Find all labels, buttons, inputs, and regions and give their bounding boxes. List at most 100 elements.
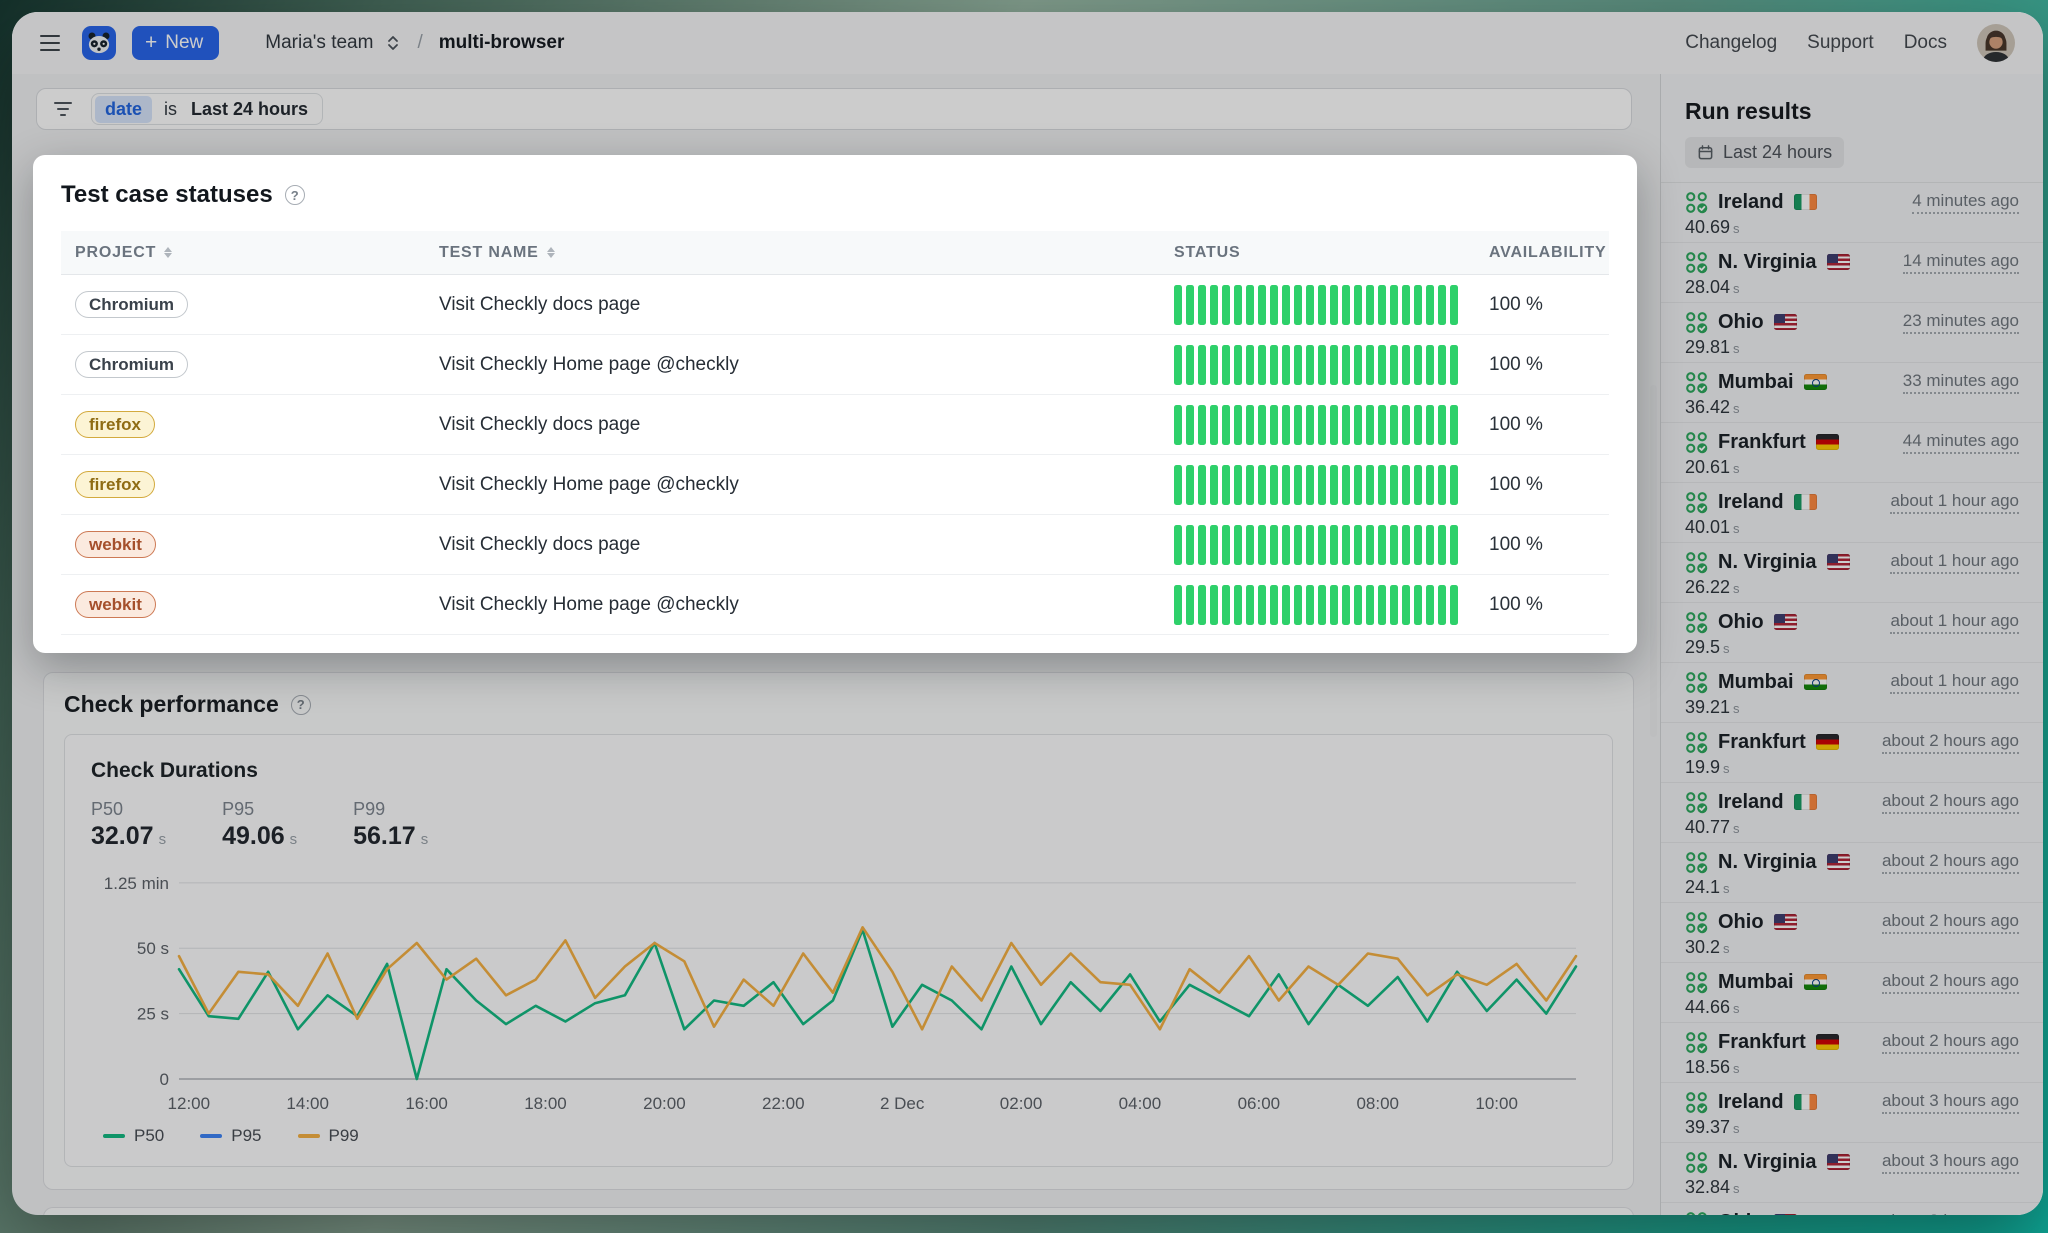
status-bars[interactable] — [1174, 285, 1481, 325]
run-result-item[interactable]: Ohioabout 2 hours ago30.2s — [1661, 903, 2043, 963]
run-result-item[interactable]: Ohio23 minutes ago29.81s — [1661, 303, 2043, 363]
run-time-ago-link[interactable]: 14 minutes ago — [1903, 251, 2019, 274]
run-result-item[interactable]: Mumbai33 minutes ago36.42s — [1661, 363, 2043, 423]
run-time-ago-link[interactable]: about 2 hours ago — [1882, 911, 2019, 934]
run-time-ago-link[interactable]: 23 minutes ago — [1903, 311, 2019, 334]
team-switcher[interactable]: Maria's team — [265, 32, 401, 54]
run-status-icon-wrap — [1685, 551, 1708, 574]
run-time-ago-link[interactable]: about 1 hour ago — [1890, 671, 2019, 694]
run-result-item[interactable]: N. Virginiaabout 3 hours ago32.84s — [1661, 1143, 2043, 1203]
user-avatar[interactable] — [1977, 24, 2015, 62]
stat-label: P95 — [222, 799, 297, 820]
run-time-ago-link[interactable]: about 3 hours ago — [1882, 1091, 2019, 1114]
run-result-item[interactable]: Irelandabout 3 hours ago39.37s — [1661, 1083, 2043, 1143]
status-bar-segment — [1390, 525, 1398, 565]
column-header-test-name[interactable]: TEST NAME — [431, 244, 1166, 262]
status-bar-segment — [1234, 405, 1242, 445]
status-bars[interactable] — [1174, 465, 1481, 505]
run-result-item[interactable]: Mumbaiabout 1 hour ago39.21s — [1661, 663, 2043, 723]
run-time-ago-link[interactable]: about 1 hour ago — [1890, 491, 2019, 514]
run-result-item[interactable]: Frankfurt44 minutes ago20.61s — [1661, 423, 2043, 483]
stat-label: P50 — [91, 799, 166, 820]
run-result-item[interactable]: N. Virginiaabout 1 hour ago26.22s — [1661, 543, 2043, 603]
table-row[interactable]: webkitVisit Checkly Home page @checkly10… — [61, 575, 1609, 635]
table-row[interactable]: ChromiumVisit Checkly Home page @checkly… — [61, 335, 1609, 395]
help-icon[interactable] — [291, 695, 311, 715]
run-time-ago-link[interactable]: about 3 hours ago — [1882, 1211, 2019, 1216]
nav-link-changelog[interactable]: Changelog — [1685, 32, 1777, 54]
status-bar-segment — [1414, 525, 1422, 565]
hamburger-menu-icon[interactable] — [40, 35, 60, 51]
status-bars[interactable] — [1174, 345, 1481, 385]
status-bar-segment — [1450, 525, 1458, 565]
run-result-row: Irelandabout 2 hours ago — [1685, 789, 2019, 815]
status-bar-segment — [1222, 525, 1230, 565]
status-bar-segment — [1174, 465, 1182, 505]
status-bar-segment — [1282, 285, 1290, 325]
run-time-ago-link[interactable]: about 1 hour ago — [1890, 611, 2019, 634]
test-name-cell: Visit Checkly docs page — [431, 414, 1166, 436]
table-row[interactable]: ChromiumVisit Checkly docs page100 % — [61, 275, 1609, 335]
breadcrumb-separator: / — [417, 32, 422, 54]
nav-link-support[interactable]: Support — [1807, 32, 1874, 54]
parallel-runs-status-icon — [1685, 371, 1708, 394]
run-result-item[interactable]: Irelandabout 1 hour ago40.01s — [1661, 483, 2043, 543]
help-icon[interactable] — [285, 185, 305, 205]
legend-color-dash — [103, 1134, 125, 1137]
run-time-ago-link[interactable]: 4 minutes ago — [1912, 191, 2019, 214]
availability-value: 100 % — [1489, 474, 1543, 495]
run-duration-unit: s — [1723, 941, 1730, 956]
run-duration: 19.9s — [1685, 757, 2019, 778]
run-result-item[interactable]: Frankfurtabout 2 hours ago18.56s — [1661, 1023, 2043, 1083]
status-bar-segment — [1450, 405, 1458, 445]
new-button[interactable]: + New — [132, 26, 219, 60]
status-bar-segment — [1342, 465, 1350, 505]
run-time-ago-link[interactable]: about 2 hours ago — [1882, 1031, 2019, 1054]
legend-item-p99[interactable]: P99 — [298, 1126, 359, 1146]
run-result-item[interactable]: N. Virginia14 minutes ago28.04s — [1661, 243, 2043, 303]
x-tick-label: 12:00 — [168, 1094, 211, 1113]
series-line-p50 — [179, 930, 1576, 1079]
test-name-cell: Visit Checkly Home page @checkly — [431, 594, 1166, 616]
run-time-ago-link[interactable]: about 1 hour ago — [1890, 551, 2019, 574]
run-result-item[interactable]: Ireland4 minutes ago40.69s — [1661, 183, 2043, 243]
flag-ie-icon — [1794, 494, 1817, 510]
status-bar-segment — [1306, 465, 1314, 505]
nav-link-docs[interactable]: Docs — [1904, 32, 1947, 54]
filter-field[interactable]: date — [95, 96, 152, 123]
checkly-raccoon-logo[interactable] — [82, 26, 116, 60]
status-bars[interactable] — [1174, 405, 1481, 445]
filter-value[interactable]: Last 24 hours — [185, 99, 322, 120]
run-time-ago-link[interactable]: about 2 hours ago — [1882, 851, 2019, 874]
status-bars[interactable] — [1174, 585, 1481, 625]
status-bar-segment — [1438, 585, 1446, 625]
run-time-ago-link[interactable]: 44 minutes ago — [1903, 431, 2019, 454]
run-result-item[interactable]: Ohioabout 1 hour ago29.5s — [1661, 603, 2043, 663]
run-time-ago-link[interactable]: 33 minutes ago — [1903, 371, 2019, 394]
run-result-item[interactable]: Mumbaiabout 2 hours ago44.66s — [1661, 963, 2043, 1023]
run-time-ago-link[interactable]: about 2 hours ago — [1882, 971, 2019, 994]
run-time-ago-link[interactable]: about 2 hours ago — [1882, 791, 2019, 814]
column-header-project[interactable]: PROJECT — [61, 244, 431, 262]
run-result-item[interactable]: Ohioabout 3 hours ago28.44s — [1661, 1203, 2043, 1215]
table-row[interactable]: webkitVisit Checkly docs page100 % — [61, 515, 1609, 575]
status-bar-segment — [1438, 405, 1446, 445]
run-result-item[interactable]: Irelandabout 2 hours ago40.77s — [1661, 783, 2043, 843]
status-bars[interactable] — [1174, 525, 1481, 565]
table-row[interactable]: firefoxVisit Checkly Home page @checkly1… — [61, 455, 1609, 515]
status-bar-segment — [1210, 585, 1218, 625]
legend-item-p95[interactable]: P95 — [200, 1126, 261, 1146]
main-scrollbar-thumb[interactable] — [1650, 385, 1657, 737]
run-time-ago-link[interactable]: about 2 hours ago — [1882, 731, 2019, 754]
legend-item-p50[interactable]: P50 — [103, 1126, 164, 1146]
run-result-item[interactable]: Frankfurtabout 2 hours ago19.9s — [1661, 723, 2043, 783]
run-result-row: Ohio23 minutes ago — [1685, 309, 2019, 335]
project-cell: Chromium — [61, 351, 431, 378]
table-row[interactable]: firefoxVisit Checkly docs page100 % — [61, 395, 1609, 455]
status-bar-segment — [1354, 405, 1362, 445]
column-header-label: TEST NAME — [439, 244, 539, 262]
status-bar-segment — [1366, 285, 1374, 325]
run-time-ago-link[interactable]: about 3 hours ago — [1882, 1151, 2019, 1174]
run-result-item[interactable]: N. Virginiaabout 2 hours ago24.1s — [1661, 843, 2043, 903]
date-filter-chip[interactable]: date is Last 24 hours — [91, 93, 323, 125]
